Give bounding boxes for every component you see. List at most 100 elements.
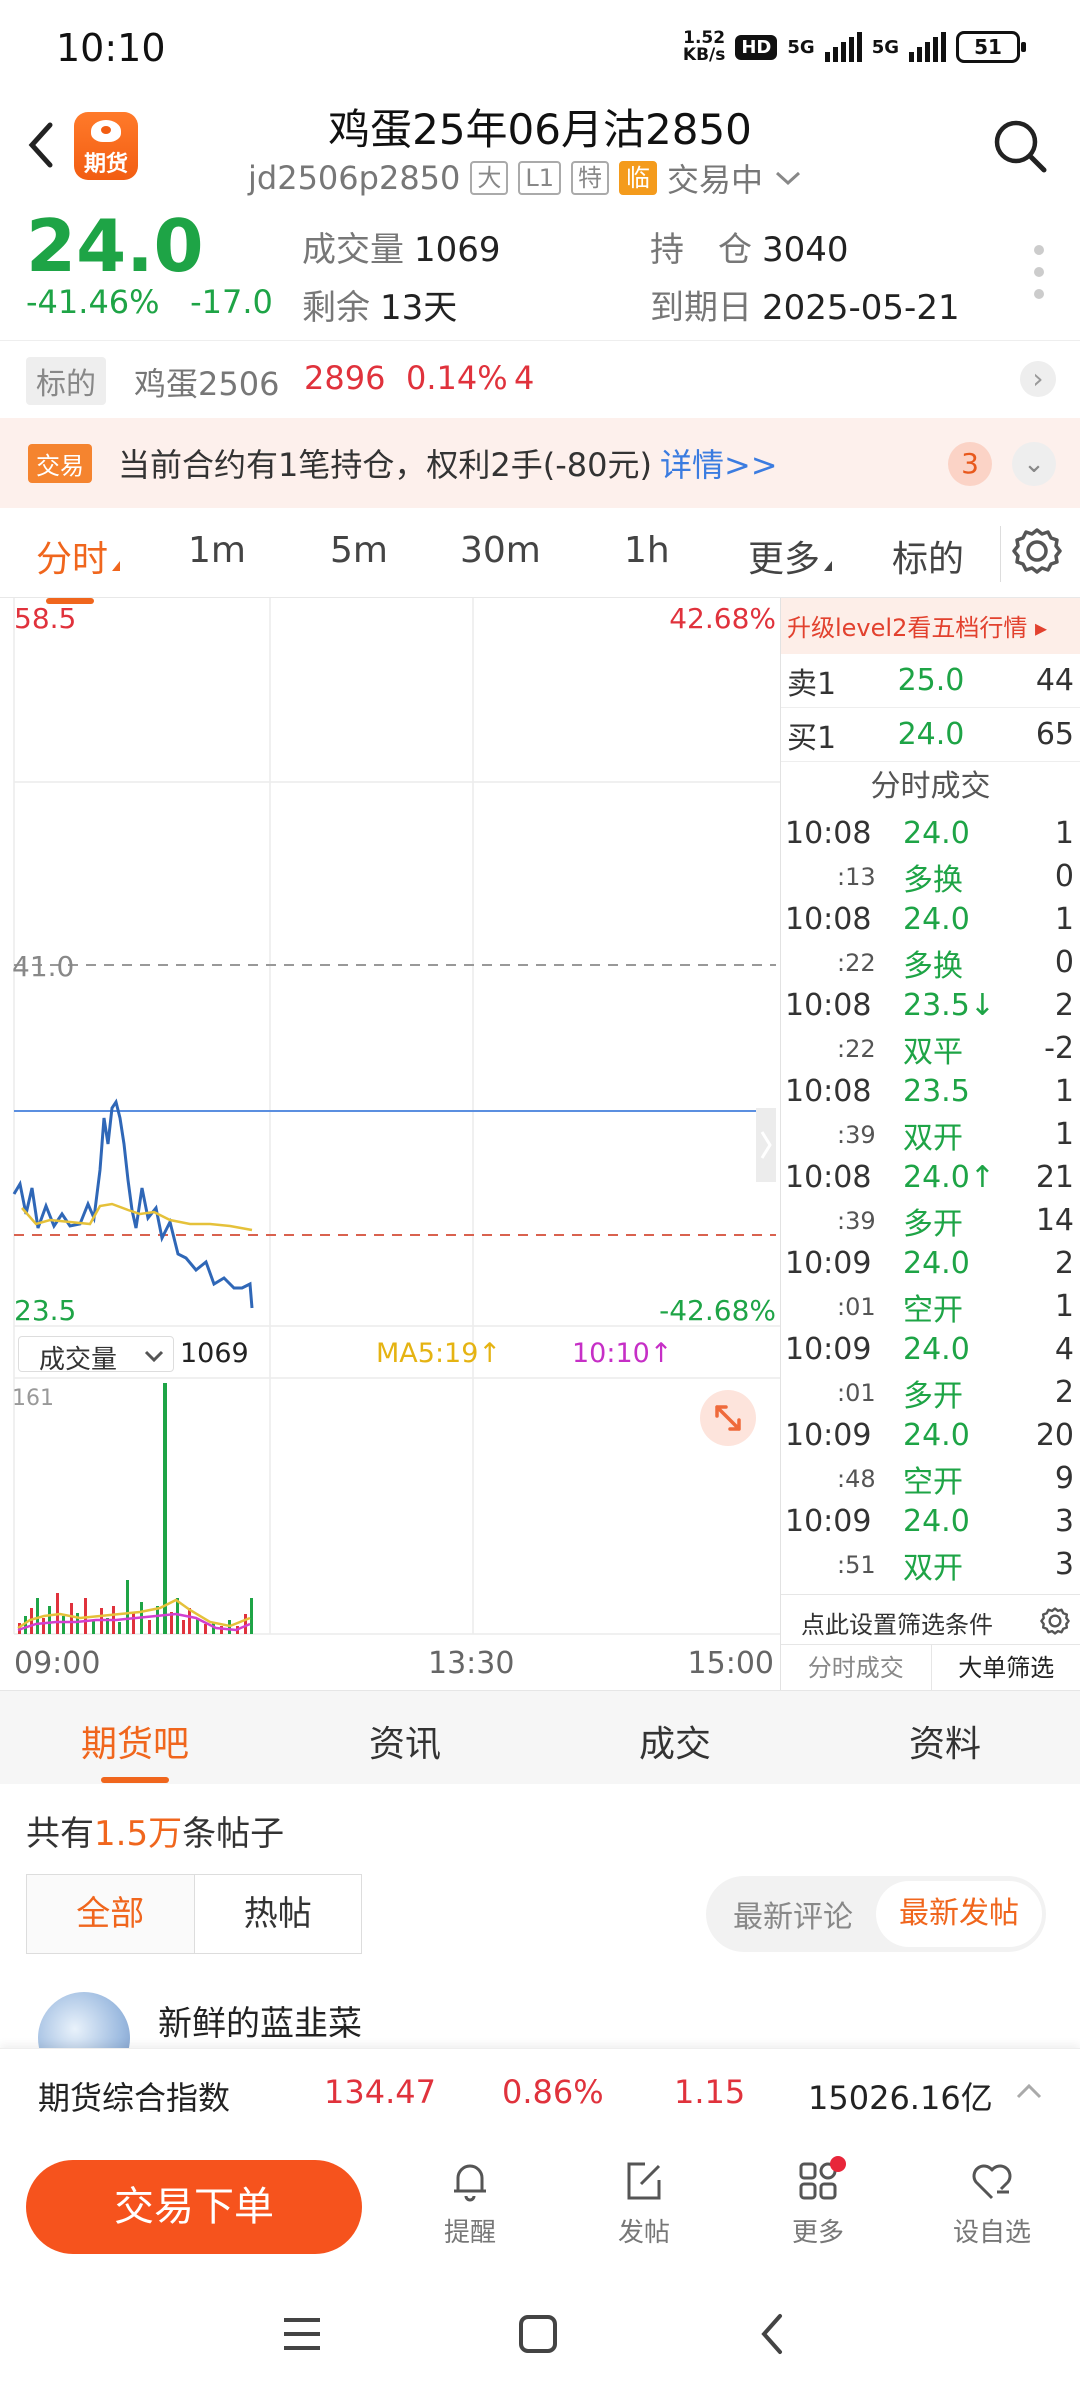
tab-30m[interactable]: 30m [460, 530, 541, 571]
volume-select[interactable]: 成交量 [18, 1336, 174, 1375]
pct-low-label: -42.68% [659, 1294, 776, 1327]
back-icon[interactable] [752, 2310, 792, 2358]
volume-bars [18, 1383, 253, 1634]
tick-row-detail: :39 双开 1 [837, 1117, 1074, 1156]
tick-row-detail: :51 双开 3 [837, 1547, 1074, 1586]
tick-row-detail: :22 双平 -2 [837, 1031, 1074, 1070]
remain-stat: 剩余 13天 [302, 288, 458, 328]
intraday-chart[interactable]: 58.5 42.68% 41.0 23.5 -42.68% 成交量 1069 M… [0, 598, 780, 1690]
tab-news[interactable]: 资讯 [270, 1715, 540, 1767]
tab-big-order-filter[interactable]: 大单筛选 [930, 1645, 1080, 1690]
volume-stat: 成交量 1069 [302, 230, 501, 270]
net-speed: 1.52 KB/s [682, 28, 726, 65]
tab-1h[interactable]: 1h [624, 530, 670, 571]
time-axis-end: 15:00 [687, 1646, 774, 1681]
position-notice: 交易 当前合约有1笔持仓，权利2手(-80元) 详情>> 3 ⌄ [0, 418, 1080, 508]
tick-row: 10:08 24.0 1 [785, 902, 1074, 937]
tab-underlying[interactable]: 标的 [892, 530, 964, 582]
expand-toggle-icon[interactable] [756, 1108, 776, 1182]
tag-temp: 临 [619, 161, 658, 195]
search-icon[interactable] [992, 118, 1048, 174]
tab-info[interactable]: 资料 [810, 1715, 1080, 1767]
filter-settings[interactable]: 点此设置筛选条件 [781, 1594, 1080, 1644]
tag-big: 大 [470, 161, 509, 195]
level2-upgrade-banner[interactable]: 升级level2看五档行情 ▸ [781, 598, 1080, 654]
ticks-tabs: 分时成交 大单筛选 [781, 1644, 1080, 1690]
notice-detail-link[interactable]: 详情>> [660, 446, 778, 484]
home-icon[interactable] [516, 2312, 560, 2356]
ref-price-label: 41.0 [12, 950, 75, 983]
tab-intraday[interactable]: 分时 [36, 530, 121, 604]
notice-count-badge[interactable]: 3 [948, 442, 992, 486]
gear-icon[interactable] [1010, 524, 1064, 578]
tab-5m[interactable]: 5m [330, 530, 388, 571]
remind-button[interactable]: 提醒 [410, 2156, 530, 2249]
tab-ticks[interactable]: 分时成交 [781, 1645, 931, 1690]
tick-row-detail: :22 多换 0 [837, 945, 1074, 984]
trade-badge: 交易 [28, 444, 92, 483]
battery-icon: 51 [956, 31, 1026, 63]
tick-row-detail: :01 多开 2 [837, 1375, 1074, 1414]
tab-deals[interactable]: 成交 [540, 1715, 810, 1767]
tick-row: 10:08 23.5↓ 2 [785, 988, 1074, 1023]
index-value: 134.47 [324, 2073, 436, 2111]
tab-1m[interactable]: 1m [188, 530, 246, 571]
contract-subline[interactable]: jd2506p2850 大 L1 特 临 交易中 [248, 155, 803, 201]
bid-row: 买1 24.0 65 [781, 708, 1080, 762]
index-change: 1.15 [674, 2073, 746, 2111]
underlying-price: 2896 [304, 359, 386, 397]
menu-icon[interactable] [280, 2314, 324, 2354]
index-amount: 15026.16亿 [808, 2079, 993, 2117]
filter-hot[interactable]: 热帖 [195, 1875, 362, 1953]
ask-row: 卖1 25.0 44 [781, 654, 1080, 708]
open-interest-stat: 持 仓 3040 [650, 230, 849, 270]
tick-row: 10:09 24.0 4 [785, 1332, 1074, 1367]
underlying-row[interactable]: 标的 鸡蛋2506 2896 0.14% 4 › [0, 340, 1080, 416]
chevron-down-icon[interactable]: ⌄ [1012, 442, 1056, 486]
tab-more[interactable]: 更多 [748, 530, 833, 582]
sort-latest-post[interactable]: 最新发帖 [876, 1881, 1042, 1947]
ma5-label: MA5:19↑ [376, 1338, 502, 1369]
sort-latest-comment[interactable]: 最新评论 [710, 1892, 876, 1936]
system-nav-bar [0, 2270, 1080, 2400]
index-ticker-bar[interactable]: 期货综合指数 134.47 0.86% 1.15 15026.16亿 [0, 2048, 1080, 2140]
heart-plus-icon [972, 2164, 1012, 2200]
more-button[interactable]: 更多 [758, 2156, 878, 2249]
post-button[interactable]: 发帖 [584, 2156, 704, 2249]
order-book-panel: 升级level2看五档行情 ▸ 卖1 25.0 44 买1 24.0 65 分时成交 1… [780, 598, 1080, 1690]
tick-row: 10:09 24.0 20 [785, 1418, 1074, 1453]
time-axis-mid: 13:30 [428, 1646, 515, 1681]
tick-row: 10:08 24.0↑ 21 [785, 1160, 1074, 1195]
bell-icon [454, 2164, 486, 2202]
more-options-icon[interactable] [1034, 245, 1046, 311]
tick-row: 10:09 24.0 2 [785, 1246, 1074, 1281]
post-username[interactable]: 新鲜的蓝韭菜 [158, 1996, 362, 2045]
tick-row: 10:08 23.5 1 [785, 1074, 1074, 1109]
tick-row-detail: :13 多换 0 [837, 859, 1074, 898]
expiry-stat: 到期日 2025-05-21 [650, 288, 960, 328]
tab-futures-forum[interactable]: 期货吧 [0, 1715, 270, 1783]
chevron-up-icon[interactable] [1014, 2077, 1044, 2107]
index-name: 期货综合指数 [38, 2079, 231, 2117]
notification-dot [830, 2156, 846, 2172]
add-watchlist-button[interactable]: 设自选 [932, 2156, 1052, 2249]
ticks-title: 分时成交 [870, 769, 991, 804]
tag-l1: L1 [518, 161, 562, 195]
hd-icon: HD [735, 34, 778, 60]
edit-icon [627, 2162, 661, 2200]
last-price: 24.0 [26, 204, 204, 288]
expand-icon[interactable] [700, 1390, 756, 1446]
chart-svg [12, 598, 780, 1635]
community-tabs: 期货吧 资讯 成交 资料 [0, 1690, 1080, 1784]
post-sort: 最新评论 最新发帖 [706, 1876, 1046, 1952]
signal-icon [824, 32, 862, 62]
volume-max-label: 161 [12, 1386, 54, 1411]
place-order-button[interactable]: 交易下单 [26, 2160, 362, 2254]
chevron-right-icon: › [1020, 361, 1056, 397]
tick-list[interactable]: 10:08 24.0 1 :13 多换 0 10:08 24.0 1 :22 多换 0 10:0… [781, 812, 1080, 1586]
signal-icon-2 [909, 32, 946, 62]
post-count: 共有1.5万条帖子 [26, 1814, 285, 1854]
gear-icon [1040, 1607, 1070, 1635]
volume-value: 1069 [180, 1338, 249, 1369]
filter-all[interactable]: 全部 [27, 1875, 195, 1953]
